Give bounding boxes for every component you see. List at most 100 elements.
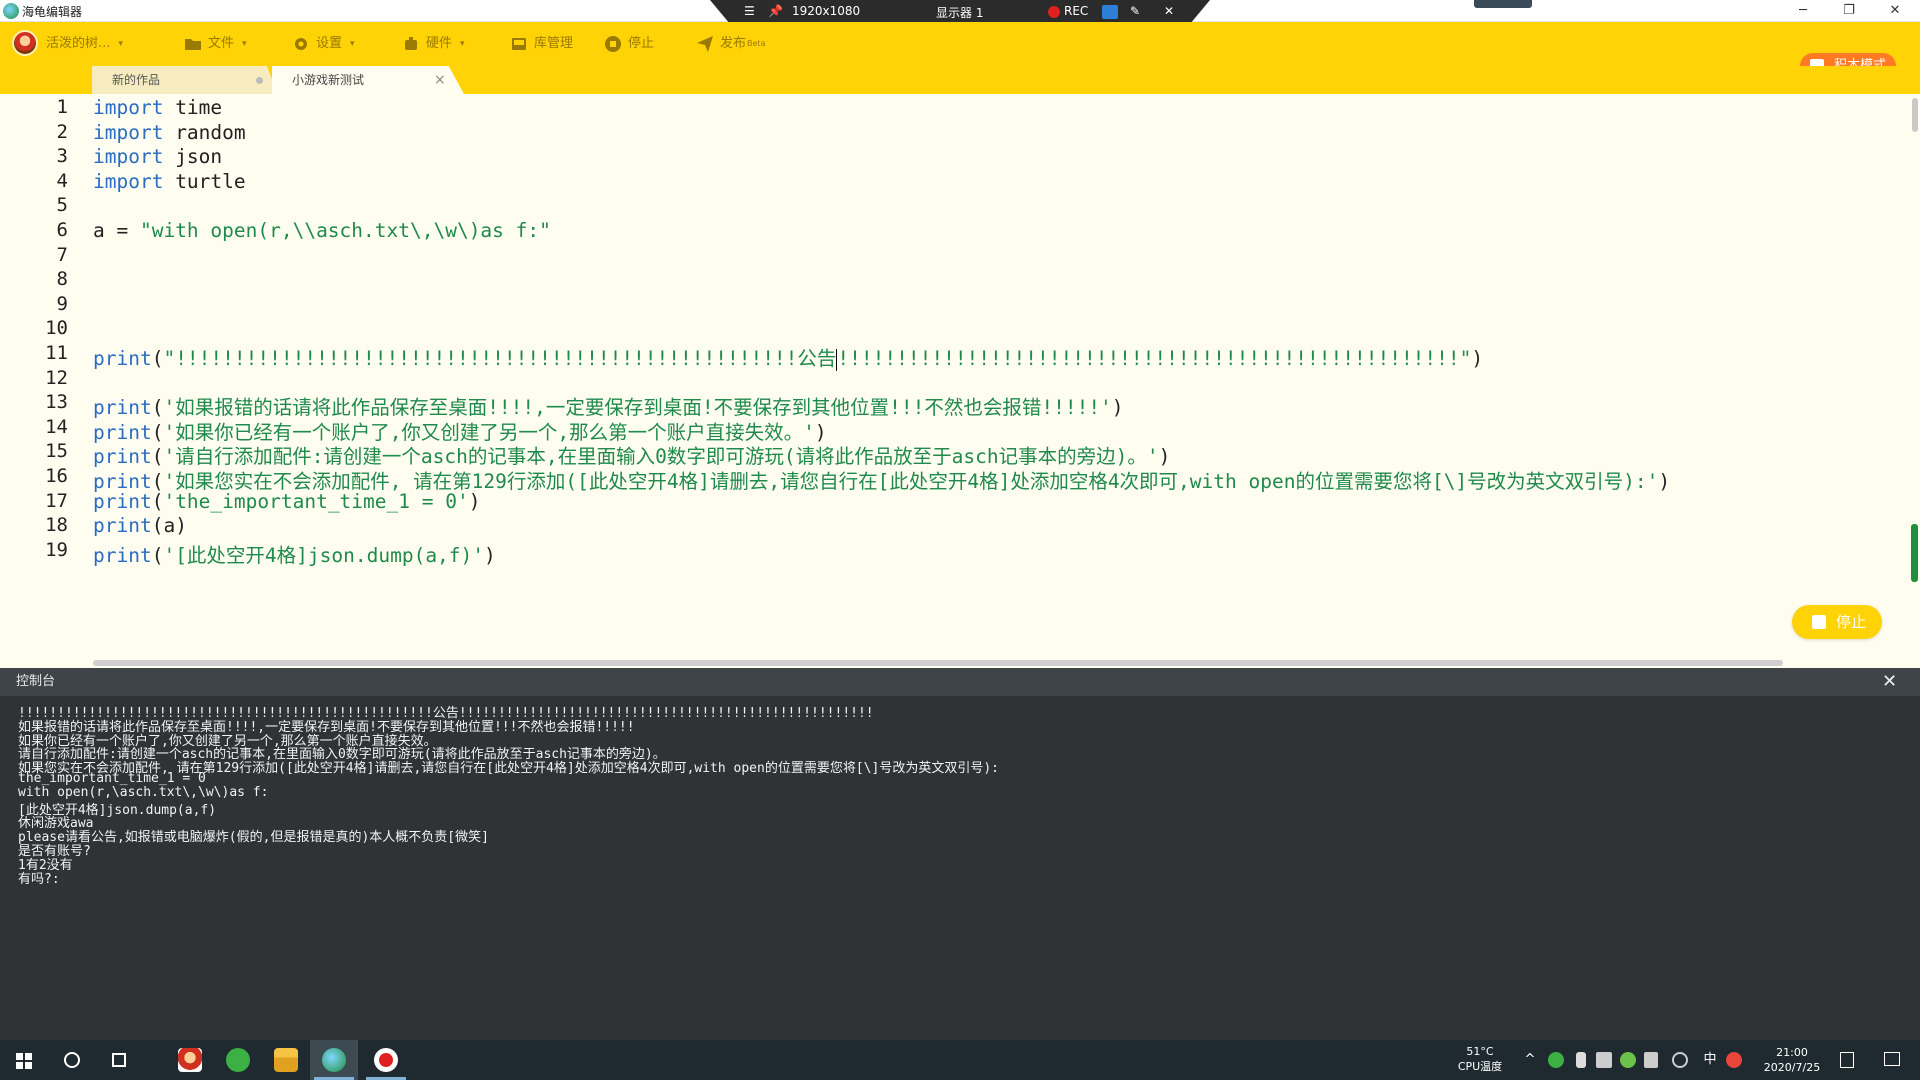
turtle-app-icon xyxy=(178,1048,202,1072)
show-hidden-icons[interactable]: ^ xyxy=(1520,1040,1540,1080)
tab-new-work[interactable]: 新的作品 xyxy=(92,66,278,94)
hardware-menu[interactable]: 硬件 ▾ xyxy=(402,33,465,55)
minimize-button[interactable]: ─ xyxy=(1780,0,1826,22)
paren-token: ) xyxy=(1471,347,1484,370)
line-number: 4 xyxy=(56,169,68,192)
paren-token: ( xyxy=(151,514,164,538)
vertical-scrollbar[interactable] xyxy=(1912,98,1918,132)
pin-icon[interactable]: 📌 xyxy=(768,4,783,18)
main-toolbar: 活泼的树... ▾ 文件 ▾ 设置 ▾ 硬件 ▾ 库管理 停止 发布 Beta … xyxy=(0,22,1920,79)
tray-plus-icon[interactable] xyxy=(1620,1052,1636,1068)
recorder-monitor[interactable]: 显示器 1 xyxy=(936,4,983,21)
user-menu[interactable]: 活泼的树... ▾ xyxy=(46,33,123,55)
network-icon[interactable] xyxy=(1596,1052,1612,1068)
tab-label: 小游戏新测试 xyxy=(292,73,365,87)
string-token: "with open(r,\\asch.txt\,\w\)as f:" xyxy=(139,219,551,242)
restore-handle[interactable] xyxy=(1474,0,1532,8)
stop-label: 停止 xyxy=(628,36,655,51)
chevron-down-icon: ▾ xyxy=(350,39,355,49)
paren-token: ) xyxy=(1111,396,1124,420)
taskbar-app-editor[interactable] xyxy=(310,1040,358,1080)
code-line[interactable]: print("!!!!!!!!!!!!!!!!!!!!!!!!!!!!!!!!!… xyxy=(93,342,1483,372)
code-line[interactable]: print('[此处空开4格]json.dump(a,f)') xyxy=(93,539,496,569)
paren-token: ( xyxy=(151,489,164,513)
code-line[interactable]: a = "with open(r,\\asch.txt\,\w\)as f:" xyxy=(93,219,551,249)
chevron-down-icon: ▾ xyxy=(118,39,123,49)
notes-icon xyxy=(1840,1052,1854,1068)
task-view-button[interactable] xyxy=(96,1040,144,1080)
settings-menu[interactable]: 设置 ▾ xyxy=(292,33,355,55)
code-line[interactable]: import turtle xyxy=(93,170,246,200)
file-tabs: 新的作品 小游戏新测试 × xyxy=(0,66,1920,94)
record-dot-icon[interactable] xyxy=(1048,6,1060,18)
keyword-token: import xyxy=(93,120,164,144)
start-button[interactable] xyxy=(0,1040,48,1080)
console-output[interactable]: !!!!!!!!!!!!!!!!!!!!!!!!!!!!!!!!!!!!!!!!… xyxy=(0,696,1920,1040)
line-number: 7 xyxy=(56,243,68,266)
hardware-icon xyxy=(405,37,417,50)
function-token: print xyxy=(93,543,152,567)
console-line: 有吗?: xyxy=(18,871,60,887)
volume-icon[interactable] xyxy=(1644,1052,1658,1068)
paren-token: ) xyxy=(484,543,496,567)
line-number: 6 xyxy=(56,219,68,241)
identifier-token: time xyxy=(163,96,223,119)
string-token: "!!!!!!!!!!!!!!!!!!!!!!!!!!!!!!!!!!!!!!!… xyxy=(163,347,837,370)
microphone-icon[interactable] xyxy=(1576,1052,1586,1068)
cpu-temp-value: 51°C xyxy=(1466,1045,1494,1058)
pen-workspace-icon[interactable] xyxy=(1672,1052,1688,1068)
recorder-menu-icon[interactable]: ☰ xyxy=(744,4,755,18)
close-tab-icon[interactable]: × xyxy=(434,66,446,94)
horizontal-scrollbar[interactable] xyxy=(93,660,1783,666)
chevron-down-icon: ▾ xyxy=(242,39,247,49)
action-center-button[interactable] xyxy=(1872,1040,1912,1080)
keyword-token: import xyxy=(93,169,164,193)
file-menu[interactable]: 文件 ▾ xyxy=(184,33,247,55)
taskbar-app-explorer[interactable] xyxy=(262,1040,310,1080)
taskbar: 51°C CPU温度 ^ 中 21:00 2020/7/25 xyxy=(0,1040,1920,1080)
run-stop-button[interactable]: 停止 xyxy=(1792,605,1882,639)
tab-label: 新的作品 xyxy=(112,73,161,87)
taskbar-app-recorder[interactable] xyxy=(362,1040,410,1080)
maximize-button[interactable]: ❐ xyxy=(1826,0,1872,22)
close-window-button[interactable]: ✕ xyxy=(1872,0,1918,22)
recorder-rec-label[interactable]: REC xyxy=(1064,4,1088,18)
tray-green-icon[interactable] xyxy=(1548,1052,1564,1068)
screen-recorder-bar: ☰ 📌 1920x1080 显示器 1 REC ✎ ✕ xyxy=(710,0,1210,24)
code-editor[interactable]: 1 2 3 4 5 6 7 8 9 10 11 12 13 14 15 16 17 18 19 import tim… xyxy=(0,94,1920,666)
taskbar-app-360[interactable] xyxy=(214,1040,262,1080)
sogou-ime-icon[interactable] xyxy=(1726,1052,1742,1068)
hardware-menu-label: 硬件 xyxy=(426,36,453,51)
recorder-close-icon[interactable]: ✕ xyxy=(1164,4,1174,18)
user-name: 活泼的树... xyxy=(46,36,111,51)
search-button[interactable] xyxy=(48,1040,96,1080)
library-button[interactable]: 库管理 xyxy=(510,33,573,55)
line-number: 13 xyxy=(45,391,68,414)
browser-360-icon xyxy=(226,1048,250,1072)
stop-icon xyxy=(1812,615,1826,629)
window-title: 海龟编辑器 xyxy=(22,5,83,19)
pen-icon[interactable]: ✎ xyxy=(1130,4,1140,18)
avatar[interactable] xyxy=(12,30,38,56)
cpu-temp-widget[interactable]: 51°C CPU温度 xyxy=(1450,1040,1510,1080)
tab-game-test[interactable]: 小游戏新测试 × xyxy=(272,66,464,94)
turtle-editor-icon xyxy=(322,1048,346,1072)
string-token: !!!!!!!!!!!!!!!!!!!!!!!!!!!!!!!!!!!!!!!!… xyxy=(837,347,1472,370)
clock[interactable]: 21:00 2020/7/25 xyxy=(1742,1040,1842,1080)
line-number: 18 xyxy=(45,514,68,537)
line-number: 11 xyxy=(45,342,68,364)
publish-button[interactable]: 发布 Beta xyxy=(696,33,765,55)
paren-token: ) xyxy=(175,514,187,538)
gear-icon xyxy=(295,38,307,50)
notes-button[interactable] xyxy=(1836,1040,1860,1080)
library-label: 库管理 xyxy=(534,36,574,51)
close-console-icon[interactable]: ✕ xyxy=(1882,668,1897,696)
paper-plane-icon xyxy=(697,36,713,52)
camera-icon[interactable] xyxy=(1102,5,1118,19)
folder-icon xyxy=(274,1048,298,1072)
console-title: 控制台 xyxy=(16,674,56,689)
input-method-indicator[interactable]: 中 xyxy=(1700,1040,1720,1080)
stop-button[interactable]: 停止 xyxy=(604,33,654,55)
function-token: print xyxy=(93,489,152,513)
taskbar-app-turtle-hat[interactable] xyxy=(166,1040,214,1080)
